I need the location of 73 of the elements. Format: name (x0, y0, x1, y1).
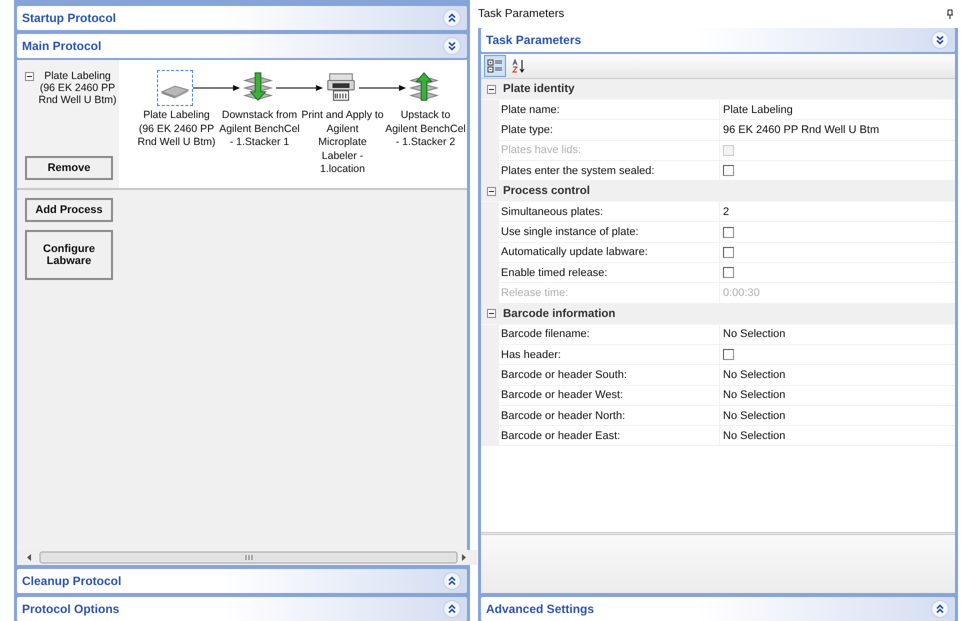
printer-icon (327, 73, 355, 101)
section-title: Task Parameters (486, 33, 582, 47)
stack-down-arrow-icon (243, 72, 273, 101)
property-label: Automatically update labware: (499, 242, 720, 262)
collapse-toggle-button[interactable] (443, 600, 461, 618)
category-toggle-icon[interactable] (487, 309, 496, 318)
property-value[interactable]: Plate Labeling (723, 104, 793, 116)
property-value[interactable]: 2 (723, 206, 730, 218)
checkbox[interactable] (723, 165, 734, 176)
connector-arrow (276, 84, 323, 92)
section-title: Protocol Options (22, 602, 120, 616)
tree-toggle-icon[interactable] (25, 72, 34, 81)
collapse-toggle-button[interactable] (443, 37, 461, 55)
checkbox[interactable] (723, 349, 734, 360)
property-label: Barcode or header North: (499, 406, 720, 426)
section-title: Advanced Settings (486, 602, 594, 616)
categorized-view-button[interactable] (484, 55, 506, 77)
property-value[interactable]: No Selection (723, 328, 786, 340)
property-value[interactable]: No Selection (723, 410, 786, 422)
category-toggle-icon[interactable] (487, 84, 496, 94)
property-label: Has header: (499, 344, 720, 364)
section-header[interactable]: Protocol Options (17, 597, 467, 621)
connector-arrow (359, 84, 406, 92)
collapse-toggle-button[interactable] (443, 572, 461, 590)
section-title: Startup Protocol (22, 11, 116, 25)
property-label: Plates have lids: (499, 140, 720, 160)
configure-labware-button[interactable]: Configure Labware (25, 230, 113, 280)
collapse-toggle-button[interactable] (443, 9, 461, 27)
step-label: Plate Labeling (96 EK 2460 PP Rnd Well U Btm) (136, 109, 216, 150)
property-value[interactable]: No Selection (723, 389, 786, 402)
add-process-button[interactable]: Add Process (25, 198, 113, 222)
plate-icon (160, 86, 190, 98)
collapse-toggle-button[interactable] (931, 600, 949, 618)
category-heading: Barcode information (503, 308, 616, 320)
checkbox[interactable] (723, 246, 734, 258)
property-value[interactable]: 96 EK 2460 PP Rnd Well U Btm (723, 124, 880, 136)
category-toggle-icon[interactable] (487, 186, 496, 196)
section-title: Main Protocol (22, 39, 102, 53)
pin-icon[interactable] (946, 9, 954, 19)
step-label: Print and Apply to Agilent Microplate Labeler - 1.location (301, 109, 384, 176)
section-header[interactable]: Task Parameters (481, 28, 955, 52)
remove-button[interactable]: Remove (25, 156, 113, 180)
section-title: Cleanup Protocol (22, 574, 122, 588)
property-label: Barcode or header South: (499, 365, 720, 385)
property-label: Plate name: (499, 100, 720, 120)
section-header[interactable]: Advanced Settings (481, 597, 955, 621)
category-heading: Process control (503, 185, 590, 198)
property-label: Plate type: (499, 120, 720, 140)
property-value[interactable]: No Selection (723, 368, 786, 381)
category-heading: Plate identity (503, 83, 575, 95)
tree-item[interactable]: Plate Labeling (96 EK 2460 PP Rnd Well U Btm) (36, 70, 119, 106)
step-label: Upstack to Agilent BenchCel - 1.Stacker 2 (384, 109, 467, 150)
property-label: Enable timed release: (499, 263, 720, 282)
sort-az-icon (511, 58, 527, 74)
connector-arrow (193, 84, 240, 92)
property-label: Plates enter the system sealed: (499, 160, 720, 180)
categorized-list-icon (487, 58, 503, 74)
pane-title: Task Parameters (478, 8, 564, 20)
property-label: Simultaneous plates: (499, 202, 720, 222)
property-label: Release time: (499, 283, 720, 303)
checkbox[interactable] (723, 267, 734, 278)
property-value[interactable]: No Selection (723, 430, 786, 442)
property-label: Barcode or header East: (499, 426, 720, 446)
collapse-toggle-button[interactable] (931, 31, 949, 49)
checkbox[interactable] (723, 226, 734, 238)
property-label: Barcode or header West: (499, 386, 720, 405)
stack-up-arrow-icon (409, 72, 439, 101)
property-label: Barcode filename: (499, 324, 720, 344)
section-header[interactable]: Cleanup Protocol (17, 569, 467, 593)
step-label: Downstack from Agilent BenchCel - 1.Stacker 1 (218, 109, 301, 150)
section-header[interactable]: Main Protocol (17, 34, 467, 58)
section-header[interactable]: Startup Protocol (17, 6, 467, 30)
property-label: Use single instance of plate: (499, 222, 720, 242)
